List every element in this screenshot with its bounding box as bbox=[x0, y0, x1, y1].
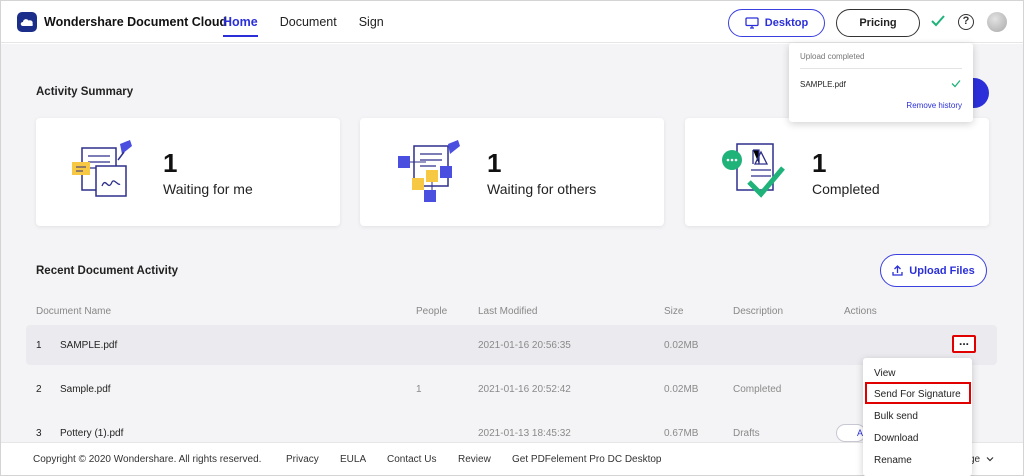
more-actions-button[interactable]: ... bbox=[952, 335, 976, 353]
card-completed[interactable]: 1 Completed bbox=[685, 118, 989, 226]
recent-activity-title: Recent Document Activity bbox=[36, 265, 179, 277]
col-actions: Actions bbox=[844, 306, 877, 317]
footer-link-privacy[interactable]: Privacy bbox=[286, 454, 319, 465]
waiting-for-others-count: 1 bbox=[487, 148, 502, 178]
row-index: 1 bbox=[36, 340, 42, 351]
waiting-for-others-label: Waiting for others bbox=[487, 181, 597, 197]
app-name: Wondershare Document Cloud bbox=[44, 15, 228, 29]
card-waiting-for-others[interactable]: 1 Waiting for others bbox=[360, 118, 664, 226]
row-last-modified: 2021-01-13 18:45:32 bbox=[478, 428, 571, 439]
copyright-text: Copyright © 2020 Wondershare. All rights… bbox=[33, 454, 262, 465]
row-index: 2 bbox=[36, 384, 42, 395]
divider bbox=[800, 68, 962, 69]
row-size: 0.02MB bbox=[664, 340, 699, 351]
upload-status-check-icon[interactable] bbox=[930, 14, 946, 28]
nav-sign[interactable]: Sign bbox=[359, 1, 384, 43]
remove-history-link[interactable]: Remove history bbox=[906, 101, 962, 110]
table-row[interactable]: 2 Sample.pdf 1 2021-01-16 20:52:42 0.02M… bbox=[26, 369, 997, 409]
activity-summary-title: Activity Summary bbox=[36, 86, 134, 98]
upload-success-check-icon bbox=[951, 80, 961, 88]
row-people: 1 bbox=[416, 384, 422, 395]
monitor-icon bbox=[745, 17, 759, 29]
nav-document[interactable]: Document bbox=[280, 1, 337, 43]
desktop-button-label: Desktop bbox=[764, 17, 809, 29]
row-action-button[interactable]: A bbox=[836, 424, 866, 442]
footer-link-eula[interactable]: EULA bbox=[340, 454, 366, 465]
desktop-button[interactable]: Desktop bbox=[728, 9, 825, 37]
app-logo[interactable]: Wondershare Document Cloud bbox=[17, 12, 227, 32]
upload-completed-popup: Upload completed SAMPLE.pdf Remove histo… bbox=[789, 43, 973, 122]
upload-popup-title: Upload completed bbox=[800, 52, 865, 61]
actions-dropdown-menu: View Send For Signature Bulk send Downlo… bbox=[863, 358, 972, 476]
uploaded-file-name: SAMPLE.pdf bbox=[800, 80, 846, 89]
row-document-name[interactable]: Pottery (1).pdf bbox=[60, 428, 123, 439]
row-description: Completed bbox=[733, 384, 782, 395]
completed-document-icon bbox=[722, 143, 785, 198]
waiting-for-me-count: 1 bbox=[163, 148, 178, 178]
completed-label: Completed bbox=[812, 181, 880, 197]
col-people: People bbox=[416, 306, 448, 317]
menu-item-send-for-signature[interactable]: Send For Signature bbox=[874, 389, 961, 400]
nav-home[interactable]: Home bbox=[223, 1, 258, 43]
pricing-button[interactable]: Pricing bbox=[836, 9, 920, 37]
row-description: Drafts bbox=[733, 428, 760, 439]
footer-link-desktop[interactable]: Get PDFelement Pro DC Desktop bbox=[512, 454, 662, 465]
table-row[interactable]: 1 SAMPLE.pdf 2021-01-16 20:56:35 0.02MB bbox=[26, 325, 997, 365]
help-icon[interactable]: ? bbox=[958, 14, 974, 30]
footer-link-review[interactable]: Review bbox=[458, 454, 491, 465]
upload-files-button[interactable]: Upload Files bbox=[880, 254, 987, 287]
user-avatar[interactable] bbox=[987, 12, 1007, 32]
col-size[interactable]: Size bbox=[664, 306, 683, 317]
chevron-down-icon bbox=[986, 457, 994, 462]
col-description: Description bbox=[733, 306, 784, 317]
menu-item-bulk-send[interactable]: Bulk send bbox=[874, 411, 918, 422]
top-header: Wondershare Document Cloud Home Document… bbox=[1, 1, 1023, 43]
language-selector[interactable]: ge bbox=[969, 454, 994, 465]
waiting-for-me-label: Waiting for me bbox=[163, 181, 253, 197]
menu-item-rename[interactable]: Rename bbox=[874, 455, 912, 466]
row-document-name[interactable]: SAMPLE.pdf bbox=[60, 340, 117, 351]
row-size: 0.67MB bbox=[664, 428, 699, 439]
upload-icon bbox=[892, 265, 903, 276]
shared-documents-icon bbox=[398, 140, 460, 202]
card-waiting-for-me[interactable]: 1 Waiting for me bbox=[36, 118, 340, 226]
main-nav: Home Document Sign bbox=[223, 1, 406, 43]
upload-files-label: Upload Files bbox=[909, 264, 975, 277]
col-last-modified[interactable]: Last Modified bbox=[478, 306, 537, 317]
menu-item-view[interactable]: View bbox=[874, 368, 896, 379]
footer-link-contact[interactable]: Contact Us bbox=[387, 454, 436, 465]
completed-count: 1 bbox=[812, 148, 827, 178]
signing-document-icon bbox=[72, 140, 132, 197]
row-last-modified: 2021-01-16 20:52:42 bbox=[478, 384, 571, 395]
row-index: 3 bbox=[36, 428, 42, 439]
row-size: 0.02MB bbox=[664, 384, 699, 395]
cloud-logo-icon bbox=[17, 12, 37, 32]
menu-item-download[interactable]: Download bbox=[874, 433, 918, 444]
row-last-modified: 2021-01-16 20:56:35 bbox=[478, 340, 571, 351]
row-document-name[interactable]: Sample.pdf bbox=[60, 384, 111, 395]
col-document-name[interactable]: Document Name bbox=[36, 306, 111, 317]
